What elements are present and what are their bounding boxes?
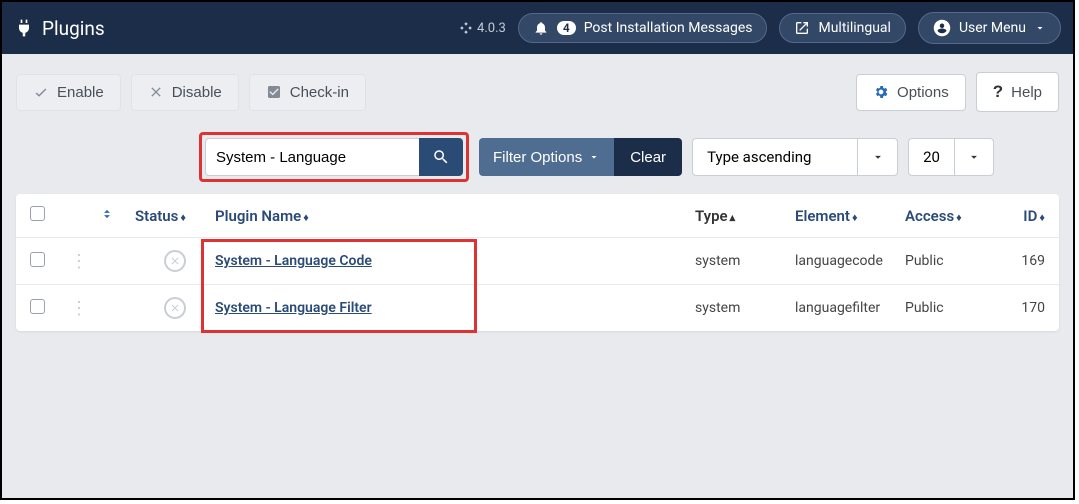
cell-access: Public xyxy=(905,300,995,316)
sort-icon xyxy=(100,207,114,221)
help-button[interactable]: ? Help xyxy=(976,72,1059,112)
page-title: Plugins xyxy=(14,17,105,40)
column-type[interactable]: Type▴ xyxy=(695,207,795,225)
column-access[interactable]: Access♦ xyxy=(905,207,995,225)
user-icon xyxy=(933,19,951,37)
limit-select[interactable]: 20 xyxy=(908,138,994,176)
plugin-link[interactable]: System - Language Filter xyxy=(215,300,372,316)
column-name[interactable]: Plugin Name♦ xyxy=(215,207,695,225)
sort-select[interactable]: Type ascending xyxy=(692,138,898,176)
question-icon: ? xyxy=(993,82,1003,102)
column-status[interactable]: Status♦ xyxy=(135,207,215,225)
row-actions-toggle[interactable]: ⋮ xyxy=(70,251,88,272)
joomla-icon xyxy=(459,21,473,35)
row-checkbox[interactable] xyxy=(30,299,45,314)
close-icon xyxy=(169,302,181,314)
check-icon xyxy=(33,84,49,100)
filter-options-button[interactable]: Filter Options xyxy=(479,138,614,176)
enable-button[interactable]: Enable xyxy=(16,74,121,111)
version-label: 4.0.3 xyxy=(459,21,506,36)
cell-id: 169 xyxy=(995,253,1045,269)
plug-icon xyxy=(14,18,34,38)
chevron-down-icon xyxy=(1034,22,1046,34)
cell-type: system xyxy=(695,300,795,316)
cell-type: system xyxy=(695,253,795,269)
search-highlight xyxy=(199,132,469,182)
close-icon xyxy=(148,84,164,100)
clear-button[interactable]: Clear xyxy=(614,138,682,176)
cell-element: languagecode xyxy=(795,253,905,269)
checkin-button[interactable]: Check-in xyxy=(249,74,366,111)
cell-element: languagefilter xyxy=(795,300,905,316)
cell-access: Public xyxy=(905,253,995,269)
multilingual-button[interactable]: Multilingual xyxy=(779,13,905,43)
notification-badge: 4 xyxy=(557,21,576,35)
chevron-down-icon xyxy=(967,150,981,164)
cell-id: 170 xyxy=(995,300,1045,316)
chevron-down-icon xyxy=(588,151,600,163)
post-install-button[interactable]: 4 Post Installation Messages xyxy=(518,13,768,43)
options-button[interactable]: Options xyxy=(856,74,966,111)
row-actions-toggle[interactable]: ⋮ xyxy=(70,298,88,319)
search-button[interactable] xyxy=(419,138,463,176)
table-row: ⋮ System - Language Filter system langua… xyxy=(16,285,1059,331)
search-icon xyxy=(432,148,450,166)
column-id[interactable]: ID♦ xyxy=(995,207,1045,225)
status-toggle[interactable] xyxy=(164,250,186,272)
gear-icon xyxy=(873,84,889,100)
column-order[interactable] xyxy=(100,207,135,225)
disable-button[interactable]: Disable xyxy=(131,74,239,111)
bell-icon xyxy=(533,20,549,36)
checkbox-icon xyxy=(266,84,282,100)
search-input[interactable] xyxy=(205,138,419,176)
user-menu-button[interactable]: User Menu xyxy=(918,12,1061,44)
status-toggle[interactable] xyxy=(164,297,186,319)
chevron-down-icon xyxy=(871,150,885,164)
select-all-checkbox[interactable] xyxy=(30,206,45,221)
column-element[interactable]: Element♦ xyxy=(795,207,905,225)
table-row: ⋮ System - Language Code system language… xyxy=(16,238,1059,285)
plugin-link[interactable]: System - Language Code xyxy=(215,253,372,269)
row-checkbox[interactable] xyxy=(30,252,45,267)
close-icon xyxy=(169,255,181,267)
external-link-icon xyxy=(794,20,810,36)
